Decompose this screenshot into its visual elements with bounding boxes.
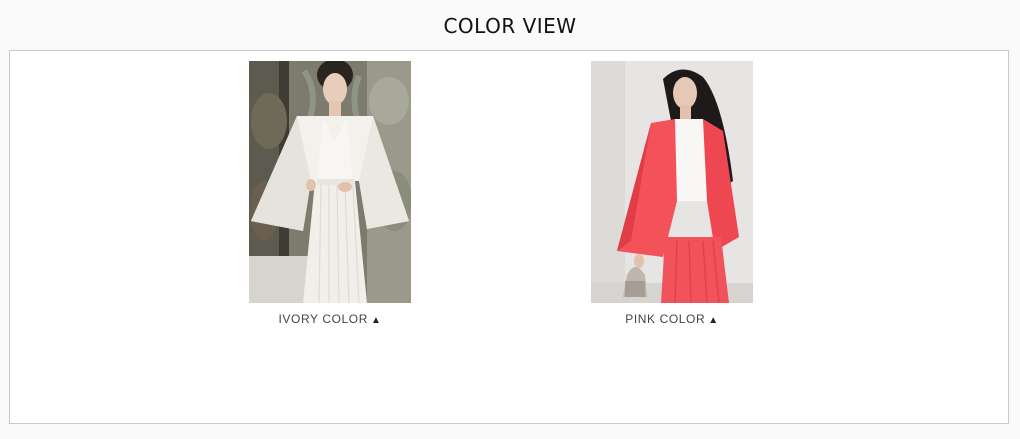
color-view-panel <box>9 50 1009 424</box>
pink-color-label: PINK COLOR <box>625 312 706 326</box>
pink-color-photo[interactable] <box>591 61 753 303</box>
ivory-color-photo[interactable] <box>249 61 411 303</box>
triangle-up-icon: ▲ <box>708 315 719 326</box>
page-title: COLOR VIEW <box>443 14 577 38</box>
triangle-up-icon: ▲ <box>371 315 382 326</box>
color-option-ivory[interactable]: IVORY COLOR ▲ <box>249 61 411 328</box>
color-option-pink[interactable]: PINK COLOR ▲ <box>591 61 753 328</box>
pink-color-caption[interactable]: PINK COLOR ▲ <box>591 312 753 328</box>
ivory-color-label: IVORY COLOR <box>278 312 369 326</box>
ivory-color-caption[interactable]: IVORY COLOR ▲ <box>249 312 411 328</box>
